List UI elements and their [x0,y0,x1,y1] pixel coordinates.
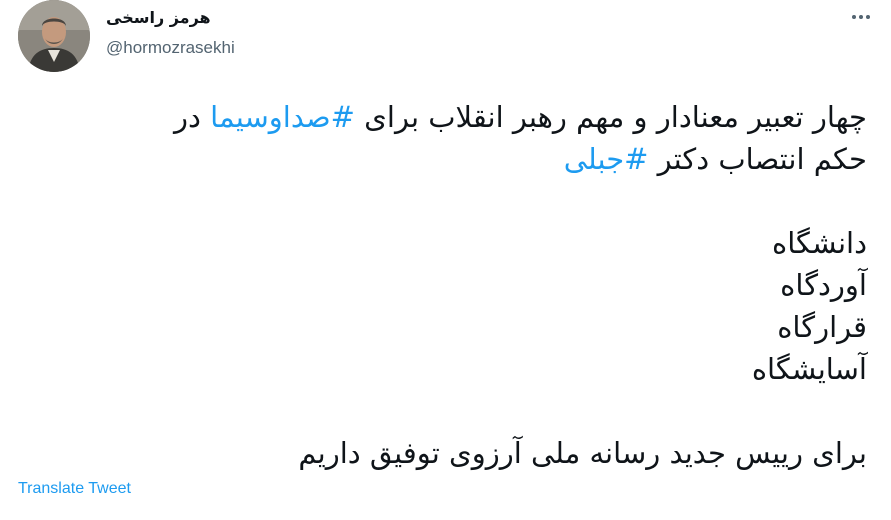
list-item: آسایشگاه [751,352,867,386]
tweet-text-segment: حکم انتصاب دکتر [648,142,867,176]
list-item: آوردگاه [780,268,867,302]
tweet-text-segment: در [173,100,211,134]
tweet-line-1: چهار تعبیر معنادار و مهم رهبر انقلاب برا… [27,96,867,138]
list-item: قرارگاه [777,310,867,344]
tweet-text-segment: چهار تعبیر معنادار و مهم رهبر انقلاب برا… [354,100,867,134]
avatar-image [18,0,90,72]
tweet-header: هرمز راسخی @hormozrasekhi [18,0,878,80]
more-horizontal-icon[interactable] [844,0,878,34]
tweet-text: چهار تعبیر معنادار و مهم رهبر انقلاب برا… [27,96,867,474]
author-display-name[interactable]: هرمز راسخی [106,8,211,27]
tweet-line-2: حکم انتصاب دکتر #جبلی [27,138,867,180]
line-break [27,390,867,432]
tweet-closing-line: برای رییس جدید رسانه ملی آرزوی توفیق دار… [298,436,867,470]
author-handle[interactable]: @hormozrasekhi [106,38,235,58]
translate-tweet-link[interactable]: Translate Tweet [18,480,131,498]
line-break [27,180,867,222]
list-item: دانشگاه [772,226,867,260]
avatar[interactable] [18,0,90,72]
hashtag-link[interactable]: #جبلی [564,142,649,176]
hashtag-link[interactable]: #صداوسیما [210,100,355,134]
